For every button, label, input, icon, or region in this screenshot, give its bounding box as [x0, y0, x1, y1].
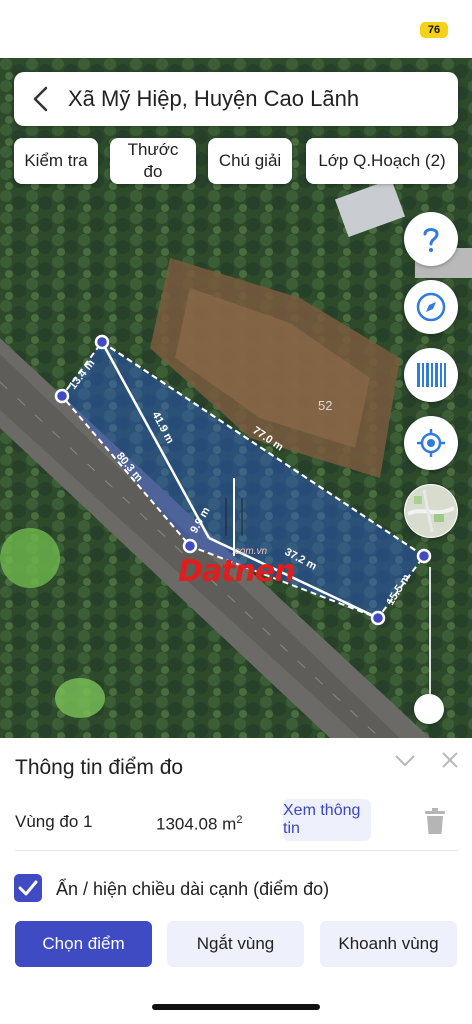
- home-indicator: [152, 1004, 320, 1010]
- area-value: 1304.08 m2: [156, 814, 242, 835]
- watermark-logo: Datnen: [178, 554, 296, 589]
- close-icon[interactable]: [440, 750, 460, 770]
- barcode-button[interactable]: [404, 348, 458, 402]
- show-edge-length-label: Ẩn / hiện chiều dài cạnh (điểm đo): [56, 879, 330, 899]
- break-region-button[interactable]: Ngắt vùng: [167, 921, 304, 967]
- battery-indicator: 76: [420, 22, 448, 38]
- area-unit-superscript: 2: [236, 814, 243, 826]
- locate-button[interactable]: [404, 416, 458, 470]
- compass-icon: [416, 292, 446, 322]
- back-arrow-icon[interactable]: [28, 85, 56, 113]
- parcel-number: 52: [318, 398, 332, 413]
- divider: [15, 850, 458, 851]
- chevron-down-icon[interactable]: [394, 752, 416, 770]
- help-icon: [423, 228, 439, 252]
- map-layer-icon: [405, 485, 457, 537]
- location-title: Xã Mỹ Hiệp, Huyện Cao Lãnh: [68, 86, 360, 111]
- panel-title: Thông tin điểm đo: [15, 756, 184, 779]
- zoom-slider-knob[interactable]: [414, 694, 444, 724]
- status-bar: 76: [0, 0, 472, 58]
- trash-icon[interactable]: [423, 807, 447, 835]
- map-layer-button[interactable]: [404, 484, 458, 538]
- locate-icon: [417, 429, 445, 457]
- select-point-button[interactable]: Chọn điểm: [15, 921, 152, 967]
- area-name: Vùng đo 1: [15, 812, 93, 831]
- ruler-chip-line1: Thước: [127, 140, 179, 159]
- checkmark-icon: [18, 880, 38, 896]
- check-chip[interactable]: Kiểm tra: [14, 138, 98, 184]
- ruler-chip[interactable]: Thước đo: [110, 138, 196, 184]
- view-info-button[interactable]: Xem thông tin: [283, 799, 371, 841]
- legend-chip[interactable]: Chú giải: [208, 138, 292, 184]
- planning-layer-chip[interactable]: Lớp Q.Hoạch (2): [306, 138, 458, 184]
- show-edge-length-checkbox[interactable]: [14, 874, 42, 902]
- location-header: Xã Mỹ Hiệp, Huyện Cao Lãnh: [14, 72, 458, 126]
- compass-button[interactable]: [404, 280, 458, 334]
- ruler-chip-line2: đo: [143, 162, 163, 181]
- area-value-number: 1304.08 m: [156, 814, 237, 834]
- zoom-slider-track[interactable]: [429, 567, 431, 709]
- help-button[interactable]: [404, 212, 458, 266]
- enclose-region-button[interactable]: Khoanh vùng: [320, 921, 457, 967]
- measure-info-panel: Thông tin điểm đo Vùng đo 1 1304.08 m2 X…: [0, 738, 472, 1024]
- barcode-icon: [417, 363, 446, 387]
